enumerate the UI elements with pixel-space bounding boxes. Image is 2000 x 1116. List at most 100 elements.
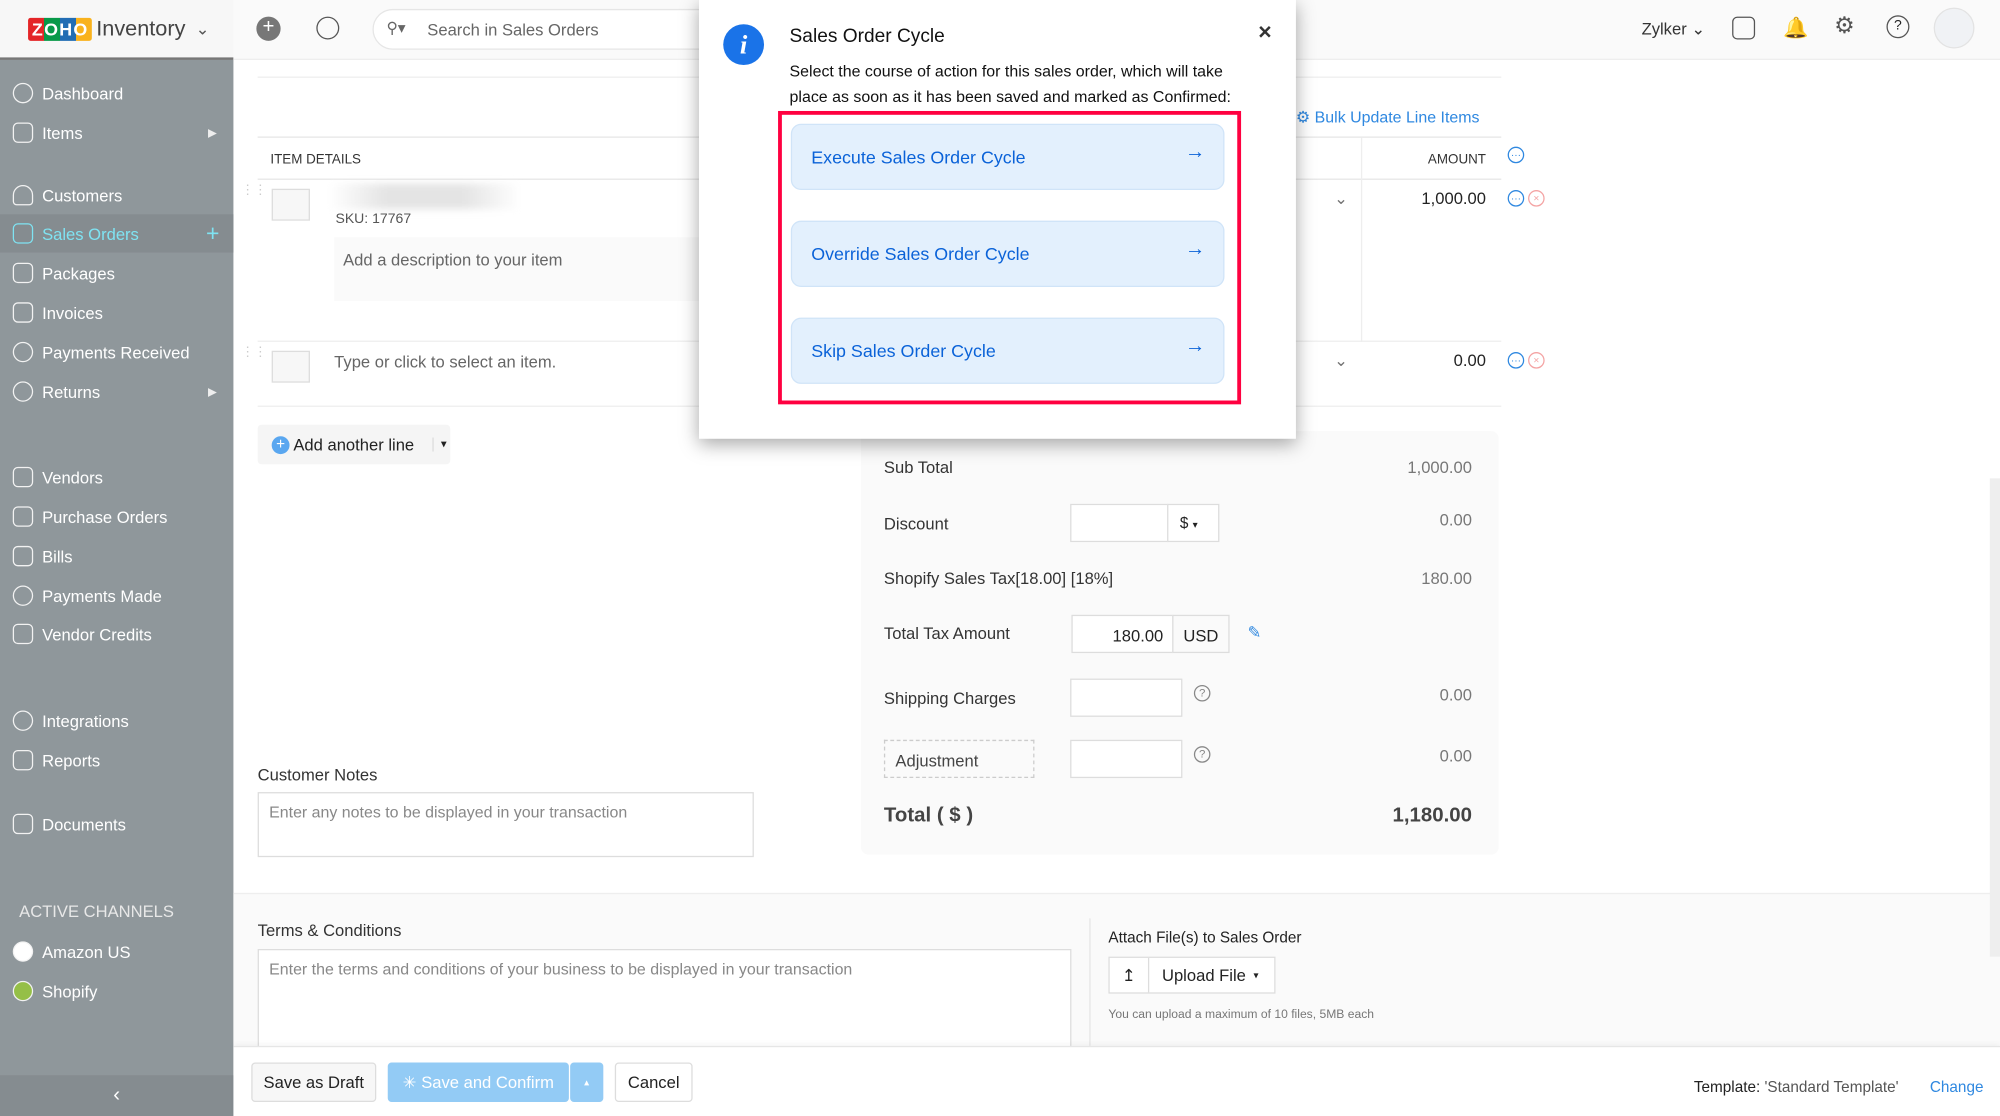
sidebar-item-returns[interactable]: Returns ▶: [0, 372, 233, 410]
sidebar-item-invoices[interactable]: Invoices: [0, 293, 233, 331]
sidebar-item-bills[interactable]: Bills: [0, 537, 233, 575]
help-icon[interactable]: ?: [1193, 746, 1211, 763]
sidebar-item-dashboard[interactable]: Dashboard: [0, 74, 233, 112]
sidebar-item-items[interactable]: Items ▶: [0, 114, 233, 152]
skip-sales-order-cycle-button[interactable]: Skip Sales Order Cycle →: [790, 317, 1225, 384]
sidebar-item-documents[interactable]: Documents: [0, 805, 233, 843]
sidebar-item-label: Reports: [42, 750, 101, 770]
item-description-input[interactable]: Add a description to your item: [334, 237, 705, 302]
sidebar-item-packages[interactable]: Packages: [0, 254, 233, 292]
upload-file-button[interactable]: ↥ Upload File ▾: [1108, 956, 1276, 994]
description-placeholder: Add a description to your item: [343, 249, 563, 270]
template-value: 'Standard Template': [1764, 1077, 1899, 1096]
currency-label: USD: [1172, 614, 1230, 654]
customer-notes-input[interactable]: Enter any notes to be displayed in your …: [257, 792, 754, 858]
sidebar-item-purchase-orders[interactable]: Purchase Orders: [0, 497, 233, 535]
save-options-dropdown[interactable]: ▴: [570, 1062, 604, 1103]
plus-circle-icon: +: [271, 435, 290, 454]
sidebar-item-reports[interactable]: Reports: [0, 741, 233, 779]
user-icon: [12, 184, 34, 206]
bell-icon[interactable]: 🔔: [1783, 15, 1808, 41]
template-info: Template: 'Standard Template': [1694, 1078, 1899, 1096]
discount-label: Discount: [883, 514, 949, 534]
drag-handle-icon[interactable]: ⋮⋮: [241, 184, 267, 197]
cancel-button[interactable]: Cancel: [614, 1062, 693, 1103]
tax-label: Shopify Sales Tax[18.00] [18%]: [883, 568, 1114, 589]
collapse-sidebar-button[interactable]: ‹: [0, 1075, 234, 1116]
override-sales-order-cycle-button[interactable]: Override Sales Order Cycle →: [790, 220, 1225, 287]
org-switcher[interactable]: Zylker ⌄: [1642, 19, 1706, 39]
change-template-link[interactable]: Change: [1930, 1078, 1984, 1096]
sidebar-item-label: Invoices: [42, 302, 103, 323]
row-options-icon[interactable]: ···: [1507, 190, 1525, 207]
terms-input[interactable]: Enter the terms and conditions of your b…: [257, 948, 1072, 1052]
sidebar-item-vendor-credits[interactable]: Vendor Credits: [0, 615, 233, 653]
bulk-update-link[interactable]: ⚙ Bulk Update Line Items: [1296, 107, 1480, 126]
row-dropdown-chevron-icon[interactable]: ⌄: [1296, 189, 1348, 209]
channel-amazon-us[interactable]: Amazon US: [0, 932, 233, 970]
adjustment-input[interactable]: [1070, 739, 1183, 779]
vendor-credit-icon: [12, 623, 34, 645]
arrow-right-icon: →: [1184, 141, 1206, 164]
invoice-icon: [12, 302, 34, 323]
scrollbar[interactable]: [1989, 478, 2000, 957]
item-image-placeholder-icon[interactable]: [271, 188, 310, 221]
org-name: Zylker: [1641, 19, 1687, 39]
discount-input[interactable]: [1070, 503, 1169, 543]
sidebar-item-payments-received[interactable]: Payments Received: [0, 333, 233, 371]
payment-made-icon: [12, 585, 34, 606]
bulk-update-label: Bulk Update Line Items: [1314, 108, 1480, 127]
save-and-confirm-button[interactable]: ✳ Save and Confirm: [387, 1062, 569, 1103]
sidebar-item-customers[interactable]: Customers: [0, 176, 233, 214]
channel-shopify[interactable]: Shopify: [0, 972, 233, 1010]
sidebar-item-integrations[interactable]: Integrations: [0, 702, 233, 740]
history-icon[interactable]: [316, 16, 340, 40]
shipping-input[interactable]: [1070, 678, 1183, 717]
item-name-blurred[interactable]: [329, 183, 521, 210]
gear-icon[interactable]: ⚙: [1834, 13, 1855, 40]
zoho-logo: ZOHO: [28, 17, 93, 41]
notes-placeholder: Enter any notes to be displayed in your …: [269, 803, 628, 822]
bill-icon: [12, 545, 34, 567]
total-tax-input[interactable]: 180.00: [1071, 614, 1174, 654]
row-dropdown-chevron-icon[interactable]: ⌄: [1334, 351, 1348, 371]
item-image-placeholder-icon[interactable]: [271, 350, 310, 383]
caret-down-icon: ▾: [1192, 519, 1198, 531]
sidebar-item-label: Payments Received: [42, 342, 190, 362]
row-options-icon[interactable]: ···: [1507, 352, 1525, 369]
purchase-order-icon: [12, 506, 34, 527]
adjustment-label-input[interactable]: Adjustment: [883, 739, 1035, 779]
quick-create-icon[interactable]: +: [256, 16, 281, 41]
discount-unit-select[interactable]: $ ▾: [1167, 503, 1220, 543]
remove-row-icon[interactable]: ×: [1528, 190, 1545, 207]
total-label: Total ( $ ): [883, 804, 974, 827]
remove-row-icon[interactable]: ×: [1528, 352, 1545, 369]
users-icon[interactable]: [1732, 16, 1756, 40]
search-icon: ⚲▾: [386, 19, 406, 37]
column-options-icon[interactable]: ···: [1507, 146, 1525, 164]
execute-sales-order-cycle-button[interactable]: Execute Sales Order Cycle →: [790, 123, 1225, 191]
search-placeholder: Search in Sales Orders: [427, 20, 599, 40]
search-input[interactable]: ⚲▾ Search in Sales Orders: [372, 8, 730, 50]
save-as-draft-button[interactable]: Save as Draft: [251, 1062, 377, 1103]
sidebar-item-sales-orders[interactable]: Sales Orders +: [0, 214, 234, 253]
sidebar-item-vendors[interactable]: Vendors: [0, 458, 233, 496]
column-divider: [1360, 137, 1363, 342]
sidebar-item-label: Integrations: [42, 711, 129, 731]
avatar[interactable]: [1933, 7, 1975, 49]
drag-handle-icon[interactable]: ⋮⋮: [241, 346, 267, 359]
help-icon[interactable]: ?: [1193, 684, 1211, 702]
add-another-line-button[interactable]: + Add another line ▾: [257, 424, 451, 465]
edit-pencil-icon[interactable]: ✎: [1247, 622, 1261, 642]
reports-icon: [12, 749, 34, 771]
caret-down-icon[interactable]: ▾: [431, 437, 447, 452]
app-switcher[interactable]: ZOHO Inventory ⌄: [28, 17, 210, 43]
item-select-input[interactable]: Type or click to select an item.: [334, 352, 556, 371]
help-icon[interactable]: ?: [1886, 15, 1910, 39]
sidebar-item-payments-made[interactable]: Payments Made: [0, 577, 233, 615]
close-icon[interactable]: ×: [1258, 19, 1271, 46]
adjustment-value: 0.00: [1439, 746, 1472, 766]
add-sales-order-icon[interactable]: +: [206, 220, 219, 247]
option-label: Skip Sales Order Cycle: [811, 340, 996, 361]
terms-placeholder: Enter the terms and conditions of your b…: [269, 960, 853, 979]
